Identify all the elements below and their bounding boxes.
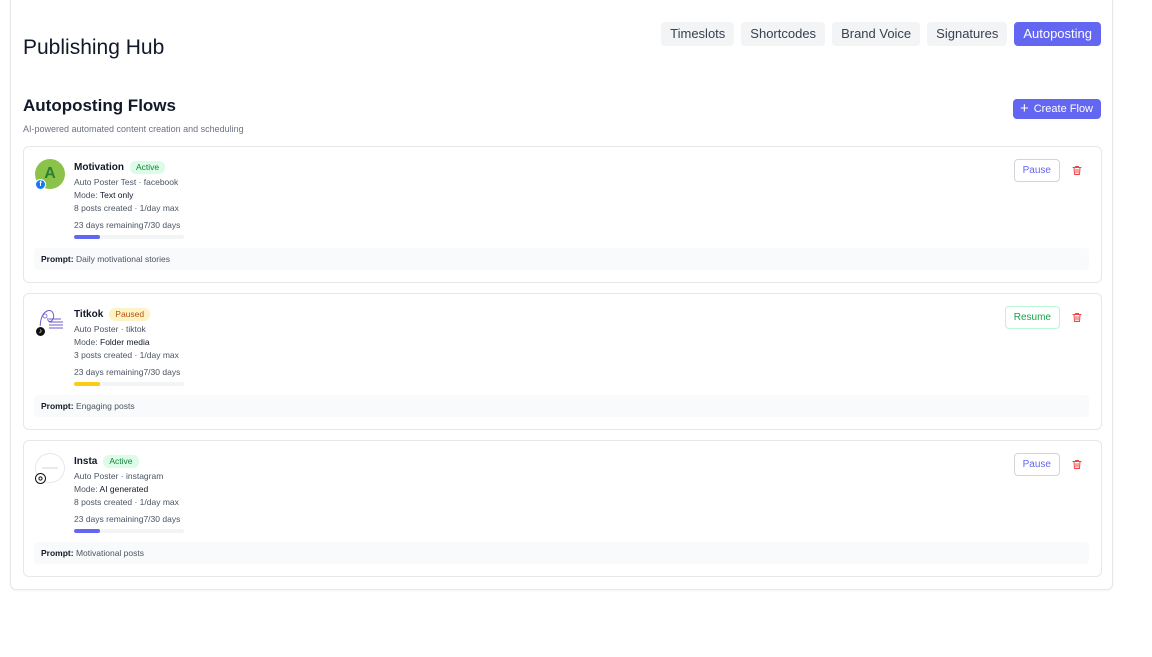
flow-info: Insta Active Auto Poster · instagram Mod… (74, 454, 184, 533)
trash-icon[interactable] (1071, 311, 1083, 324)
flow-account: Auto Poster · instagram (74, 471, 164, 481)
flow-account: Auto Poster Test · facebook (74, 177, 179, 187)
flow-avatar: A f (35, 159, 65, 190)
flow-remaining: 23 days remaining7/30 days (74, 367, 181, 377)
flow-name: Motivation (74, 161, 124, 173)
progress-fill (74, 382, 100, 386)
flow-prompt: Prompt: Motivational posts (34, 542, 1089, 564)
flow-info: Motivation Active Auto Poster Test · fac… (74, 160, 184, 239)
pause-button[interactable]: Pause (1013, 159, 1060, 182)
tab-timeslots[interactable]: Timeslots (661, 22, 735, 46)
flow-info: Titkok Paused Auto Poster · tiktok Mode:… (74, 307, 184, 386)
tab-autoposting[interactable]: Autoposting (1014, 22, 1101, 46)
flow-prompt: Prompt: Daily motivational stories (34, 248, 1089, 270)
page-title: Publishing Hub (23, 36, 165, 59)
flow-prompt: Prompt: Engaging posts (34, 395, 1089, 417)
flow-posts: 8 posts created · 1/day max (74, 497, 179, 507)
hub-tabs: Timeslots Shortcodes Brand Voice Signatu… (661, 22, 1101, 46)
tab-shortcodes[interactable]: Shortcodes (741, 22, 826, 46)
section-title: Autoposting Flows (23, 96, 176, 115)
flow-mode: Mode: Folder media (74, 337, 150, 347)
flow-card: ♪ Titkok Paused Auto Poster · tiktok Mod… (23, 293, 1102, 430)
tiktok-icon: ♪ (35, 326, 46, 337)
pause-button[interactable]: Pause (1013, 453, 1060, 476)
flow-avatar (35, 453, 65, 484)
flow-remaining: 23 days remaining7/30 days (74, 514, 181, 524)
flow-remaining: 23 days remaining7/30 days (74, 220, 181, 230)
flow-name: Insta (74, 455, 98, 467)
create-flow-label: Create Flow (1033, 103, 1093, 115)
trash-icon[interactable] (1071, 164, 1083, 177)
flow-account: Auto Poster · tiktok (74, 324, 146, 334)
flow-name: Titkok (74, 308, 104, 320)
resume-button[interactable]: Resume (1004, 306, 1060, 329)
flow-progress-bar (74, 235, 184, 239)
flow-mode: Mode: AI generated (74, 484, 149, 494)
trash-icon[interactable] (1071, 458, 1083, 471)
flow-progress-bar (74, 382, 184, 386)
status-badge: Active (130, 160, 166, 174)
flow-avatar: ♪ (35, 306, 65, 337)
flow-progress-bar (74, 529, 184, 533)
create-flow-button[interactable]: + Create Flow (1012, 99, 1101, 119)
plus-icon: + (1019, 100, 1029, 117)
section-subtitle: AI-powered automated content creation an… (23, 124, 244, 134)
facebook-icon: f (35, 179, 46, 190)
progress-fill (74, 529, 100, 533)
flow-posts: 3 posts created · 1/day max (74, 350, 179, 360)
status-badge: Active (103, 454, 139, 468)
flow-card: Insta Active Auto Poster · instagram Mod… (23, 440, 1102, 577)
tab-signatures[interactable]: Signatures (927, 22, 1008, 46)
instagram-icon (35, 473, 46, 484)
flow-card: A f Motivation Active Auto Poster Test ·… (23, 146, 1102, 283)
tab-brand-voice[interactable]: Brand Voice (832, 22, 921, 46)
publishing-hub-panel: Publishing Hub Timeslots Shortcodes Bran… (10, 0, 1113, 590)
status-badge: Paused (109, 307, 151, 321)
progress-fill (74, 235, 100, 239)
flow-mode: Mode: Text only (74, 190, 134, 200)
flow-posts: 8 posts created · 1/day max (74, 203, 179, 213)
